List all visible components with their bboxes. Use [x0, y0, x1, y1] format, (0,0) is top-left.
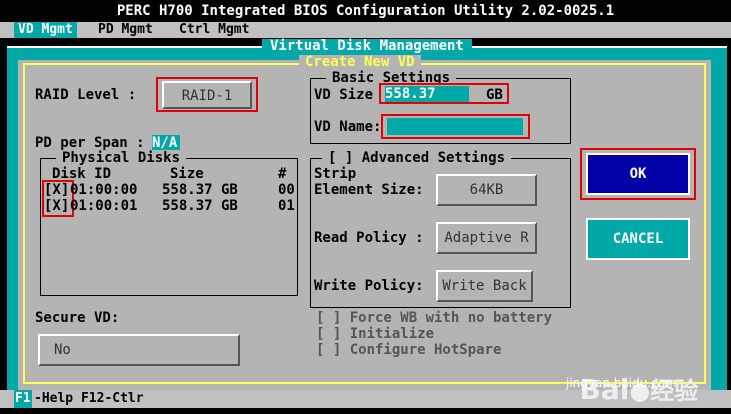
vd-name-input[interactable]: [387, 118, 523, 135]
disk-id: 01:00:00: [70, 182, 138, 198]
initialize-checkbox[interactable]: [ ] Initialize: [316, 326, 434, 342]
window-title: PERC H700 Integrated BIOS Configuration …: [0, 0, 731, 22]
vd-size-label: VD Size: [314, 87, 374, 103]
configure-hotspare-checkbox[interactable]: [ ] Configure HotSpare: [316, 342, 501, 358]
disk-num: 00: [278, 182, 295, 198]
read-policy-select[interactable]: Adaptive R: [436, 222, 537, 254]
raid-level-select[interactable]: RAID-1: [162, 81, 252, 109]
secure-vd-label: Secure VD:: [35, 310, 120, 326]
force-wb-checkbox[interactable]: [ ] Force WB with no battery: [316, 310, 552, 326]
disk-size: 558.37 GB: [162, 182, 238, 198]
vd-name-label: VD Name:: [314, 119, 382, 135]
secure-vd-select[interactable]: No: [38, 334, 240, 366]
element-size-label: Element Size:: [314, 182, 424, 198]
strip-size-select[interactable]: 64KB: [436, 174, 537, 206]
ok-button[interactable]: OK: [586, 153, 690, 195]
disk-id: 01:00:01: [70, 198, 138, 214]
write-policy-label: Write Policy:: [314, 278, 424, 294]
menu-item-vd-mgmt[interactable]: VD Mgmt: [14, 22, 77, 38]
vd-size-input[interactable]: 558.37: [385, 86, 469, 102]
dialog-title: Create New VD: [299, 55, 421, 69]
vd-size-unit: GB: [486, 87, 503, 103]
advanced-settings-toggle[interactable]: [ ] Advanced Settings: [322, 150, 512, 166]
disk-num: 01: [278, 198, 295, 214]
raid-level-label: RAID Level :: [35, 87, 137, 103]
menu-item-pd-mgmt[interactable]: PD Mgmt: [94, 22, 157, 38]
write-policy-select[interactable]: Write Back: [436, 270, 533, 302]
f1-help-key[interactable]: F1: [14, 390, 32, 408]
panel-title: Virtual Disk Management: [262, 39, 472, 53]
watermark-url: jingyan.baidu.com: [566, 376, 677, 390]
disk-checkbox[interactable]: [X]: [44, 182, 69, 198]
menu-item-ctrl-mgmt[interactable]: Ctrl Mgmt: [175, 22, 253, 38]
physical-disks-title: Physical Disks: [56, 150, 187, 166]
pd-per-span-label: PD per Span :: [35, 135, 145, 151]
disk-checkbox[interactable]: [X]: [44, 198, 69, 214]
watermark-logo: Bai●经验: [560, 338, 699, 406]
disk-size: 558.37 GB: [162, 198, 238, 214]
col-header-num: #: [278, 166, 287, 182]
pd-per-span-value[interactable]: N/A: [152, 135, 180, 151]
read-policy-label: Read Policy :: [314, 230, 424, 246]
status-help-text: -Help F12-Ctlr: [34, 391, 144, 406]
strip-label: Strip: [314, 166, 357, 182]
col-header-size: Size: [170, 166, 204, 182]
cancel-button[interactable]: CANCEL: [586, 218, 690, 260]
